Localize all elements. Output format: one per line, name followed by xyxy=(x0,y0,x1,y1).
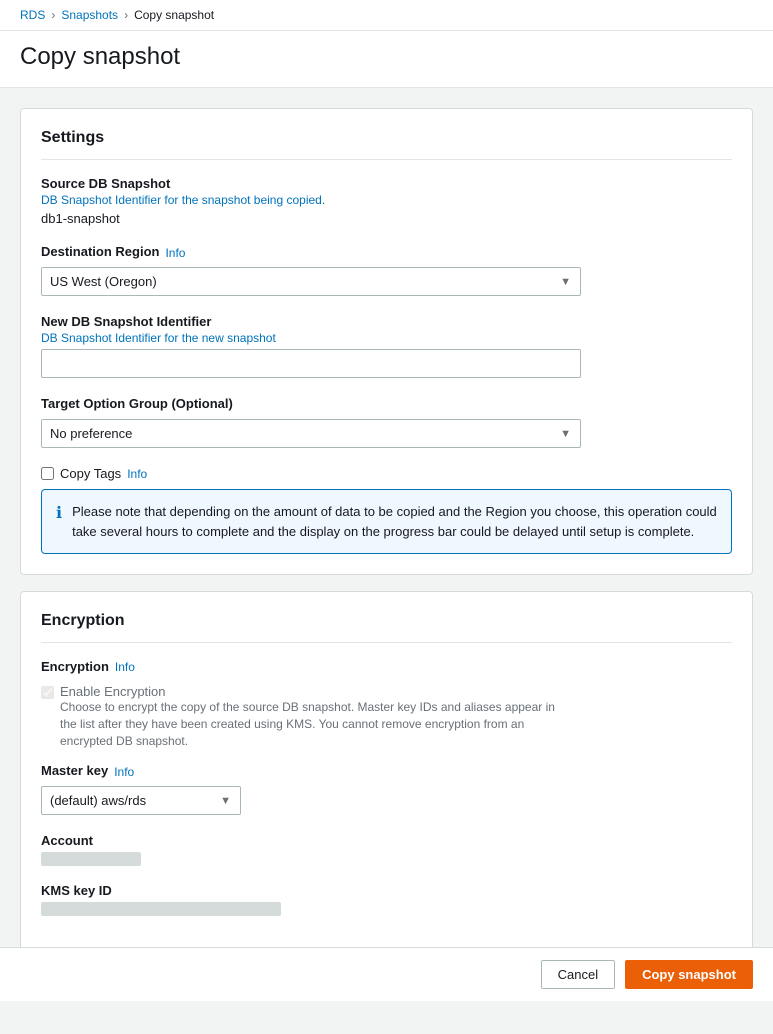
destination-region-select-wrapper: US West (Oregon) US East (N. Virginia) E… xyxy=(41,267,581,296)
new-db-snapshot-field: New DB Snapshot Identifier DB Snapshot I… xyxy=(41,314,732,378)
copy-snapshot-button[interactable]: Copy snapshot xyxy=(625,960,753,989)
new-db-snapshot-desc: DB Snapshot Identifier for the new snaps… xyxy=(41,331,732,345)
enable-encryption-row: Enable Encryption Choose to encrypt the … xyxy=(41,684,732,749)
copy-tags-row: Copy Tags Info xyxy=(41,466,732,481)
footer-bar: Cancel Copy snapshot xyxy=(0,947,773,1001)
source-db-value: db1-snapshot xyxy=(41,211,732,226)
new-db-snapshot-label: New DB Snapshot Identifier xyxy=(41,314,732,329)
info-notice-box: ℹ Please note that depending on the amou… xyxy=(41,489,732,554)
new-db-snapshot-input[interactable] xyxy=(41,349,581,378)
encryption-label-row: Encryption Info xyxy=(41,659,732,674)
kms-key-value xyxy=(41,902,281,916)
destination-region-label: Destination Region xyxy=(41,244,159,259)
kms-key-label: KMS key ID xyxy=(41,883,732,898)
encryption-title: Encryption xyxy=(41,612,732,643)
breadcrumb-sep-1: › xyxy=(51,8,55,22)
master-key-select[interactable]: (default) aws/rds xyxy=(41,786,241,815)
cancel-button[interactable]: Cancel xyxy=(541,960,615,989)
target-option-group-select[interactable]: No preference xyxy=(41,419,581,448)
page-title: Copy snapshot xyxy=(20,43,753,71)
page-header: Copy snapshot xyxy=(0,31,773,88)
account-value xyxy=(41,852,141,866)
master-key-info[interactable]: Info xyxy=(114,765,134,779)
copy-tags-label[interactable]: Copy Tags xyxy=(60,466,121,481)
source-db-field: Source DB Snapshot DB Snapshot Identifie… xyxy=(41,176,732,226)
source-db-label: Source DB Snapshot xyxy=(41,176,732,191)
kms-key-field: KMS key ID xyxy=(41,883,732,919)
target-option-group-select-wrapper: No preference ▼ xyxy=(41,419,581,448)
copy-tags-info[interactable]: Info xyxy=(127,467,147,481)
info-circle-icon: ℹ xyxy=(56,503,62,541)
enable-encryption-checkbox[interactable] xyxy=(41,686,54,699)
enable-encryption-label: Enable Encryption xyxy=(60,684,560,699)
breadcrumb-snapshots[interactable]: Snapshots xyxy=(61,8,118,22)
encryption-info[interactable]: Info xyxy=(115,660,135,674)
source-db-desc: DB Snapshot Identifier for the snapshot … xyxy=(41,193,732,207)
info-notice-text: Please note that depending on the amount… xyxy=(72,502,717,541)
account-field: Account xyxy=(41,833,732,869)
encryption-label: Encryption xyxy=(41,659,109,674)
breadcrumb-rds[interactable]: RDS xyxy=(20,8,45,22)
enable-encryption-text: Enable Encryption Choose to encrypt the … xyxy=(60,684,560,749)
copy-tags-checkbox[interactable] xyxy=(41,467,54,480)
master-key-label: Master key xyxy=(41,763,108,778)
encryption-section: Encryption Encryption Info Enable Encryp… xyxy=(20,591,753,954)
target-option-group-label: Target Option Group (Optional) xyxy=(41,396,233,411)
target-option-group-field: Target Option Group (Optional) No prefer… xyxy=(41,396,732,448)
main-content: Settings Source DB Snapshot DB Snapshot … xyxy=(0,88,773,974)
master-key-select-wrapper: (default) aws/rds ▼ xyxy=(41,786,241,815)
destination-region-select[interactable]: US West (Oregon) US East (N. Virginia) E… xyxy=(41,267,581,296)
destination-region-field: Destination Region Info US West (Oregon)… xyxy=(41,244,732,296)
breadcrumb: RDS › Snapshots › Copy snapshot xyxy=(0,0,773,31)
breadcrumb-current: Copy snapshot xyxy=(134,8,214,22)
enable-encryption-desc: Choose to encrypt the copy of the source… xyxy=(60,699,560,749)
breadcrumb-sep-2: › xyxy=(124,8,128,22)
settings-title: Settings xyxy=(41,129,732,160)
settings-section: Settings Source DB Snapshot DB Snapshot … xyxy=(20,108,753,575)
destination-region-info[interactable]: Info xyxy=(165,246,185,260)
account-label: Account xyxy=(41,833,732,848)
master-key-field: Master key Info (default) aws/rds ▼ xyxy=(41,763,732,815)
